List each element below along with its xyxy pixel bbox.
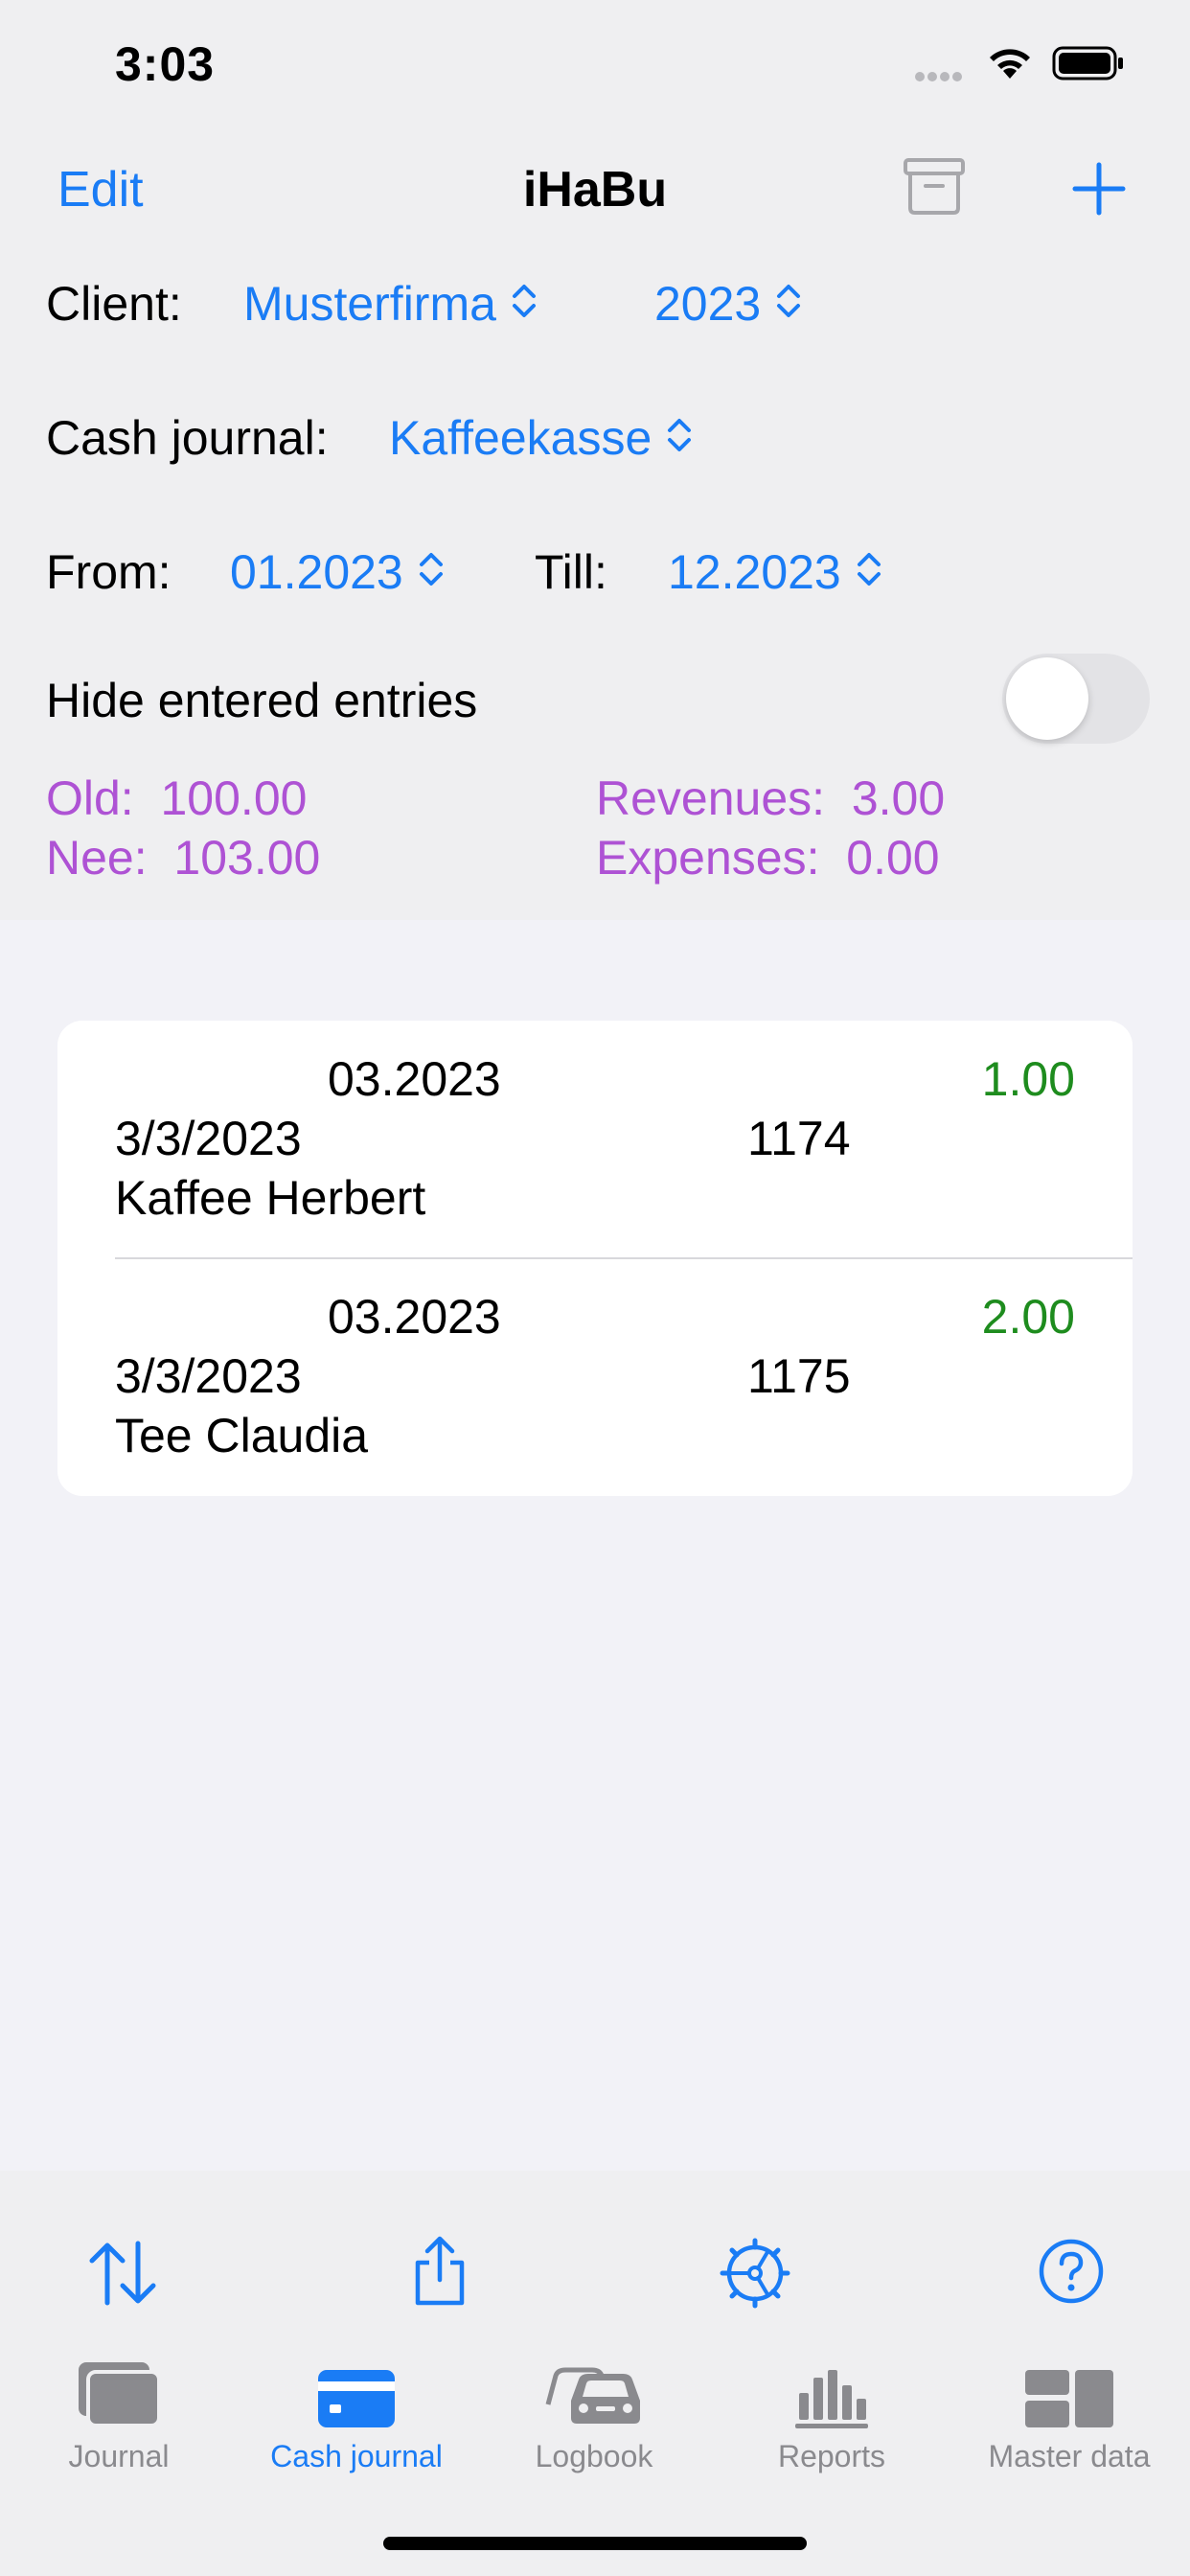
chevron-up-down-icon: [510, 276, 538, 332]
tab-master-data[interactable]: Master data: [950, 2353, 1188, 2474]
battery-icon: [1052, 44, 1125, 87]
revenues-total: Revenues: 3.00: [596, 770, 945, 826]
chevron-up-down-icon: [855, 544, 883, 600]
reports-icon: [713, 2353, 950, 2429]
entry-month: 03.2023: [328, 1052, 501, 1106]
entry-date: 3/3/2023: [115, 1349, 302, 1403]
till-value: 12.2023: [668, 545, 841, 599]
expenses-label: Expenses:: [596, 831, 820, 885]
old-label: Old:: [46, 771, 134, 825]
status-time: 3:03: [115, 37, 216, 91]
cash-journal-picker[interactable]: Kaffeekasse: [389, 410, 694, 466]
add-icon[interactable]: [1071, 161, 1127, 221]
tab-cash-journal[interactable]: Cash journal: [238, 2353, 475, 2474]
from-value: 01.2023: [230, 545, 403, 599]
chevron-up-down-icon: [665, 410, 694, 466]
list-item[interactable]: 03.2023 1.00 3/3/2023 1174 Kaffee Herber…: [57, 1021, 1133, 1259]
entry-amount: 2.00: [981, 1290, 1075, 1344]
from-picker[interactable]: 01.2023: [230, 544, 446, 600]
wifi-icon: [985, 44, 1035, 87]
tab-label: Reports: [777, 2439, 886, 2473]
entries-list: 03.2023 1.00 3/3/2023 1174 Kaffee Herber…: [57, 1021, 1133, 1496]
master-data-icon: [950, 2353, 1188, 2429]
tab-logbook[interactable]: Logbook: [475, 2353, 713, 2474]
expenses-value: 0.00: [846, 831, 940, 885]
entry-date: 3/3/2023: [115, 1112, 302, 1165]
home-indicator: [383, 2537, 807, 2550]
hide-entries-label: Hide entered entries: [46, 674, 478, 727]
expenses-total: Expenses: 0.00: [596, 830, 940, 886]
list-item[interactable]: 03.2023 2.00 3/3/2023 1175 Tee Claudia: [57, 1258, 1133, 1496]
old-value: 100.00: [160, 771, 308, 825]
till-picker[interactable]: 12.2023: [668, 544, 883, 600]
page-title: iHaBu: [522, 162, 668, 218]
year-picker[interactable]: 2023: [654, 276, 803, 332]
new-label: Nee:: [46, 831, 148, 885]
entry-text: Tee Claudia: [115, 1409, 369, 1462]
hide-entries-toggle[interactable]: [1002, 654, 1150, 744]
new-balance: Nee: 103.00: [46, 830, 320, 886]
cash-journal-icon: [238, 2353, 475, 2429]
from-label: From:: [46, 545, 172, 599]
cash-journal-value: Kaffeekasse: [389, 411, 652, 465]
chevron-up-down-icon: [774, 276, 803, 332]
till-label: Till:: [535, 545, 607, 599]
logbook-icon: [475, 2353, 713, 2429]
entry-text: Kaffee Herbert: [115, 1171, 426, 1225]
settings-icon[interactable]: [719, 2237, 791, 2314]
journal-icon: [0, 2353, 238, 2429]
tab-label: Logbook: [535, 2439, 653, 2473]
sort-icon[interactable]: [84, 2238, 161, 2313]
year-value: 2023: [654, 277, 762, 331]
client-picker[interactable]: Musterfirma: [243, 276, 538, 332]
archive-icon[interactable]: [903, 157, 966, 221]
tab-journal[interactable]: Journal: [0, 2353, 238, 2474]
entry-amount: 1.00: [981, 1052, 1075, 1106]
tab-reports[interactable]: Reports: [713, 2353, 950, 2474]
cash-journal-label: Cash journal:: [46, 411, 329, 465]
old-balance: Old: 100.00: [46, 770, 307, 826]
help-icon[interactable]: [1038, 2238, 1105, 2310]
revenues-label: Revenues:: [596, 771, 826, 825]
client-label: Client:: [46, 277, 182, 331]
toggle-knob: [1006, 657, 1088, 740]
tab-label: Journal: [68, 2439, 170, 2473]
chevron-up-down-icon: [417, 544, 446, 600]
signal-icon: [915, 69, 965, 86]
tab-label: Cash journal: [270, 2439, 443, 2473]
entry-month: 03.2023: [328, 1290, 501, 1344]
entry-doc-number: 1174: [747, 1112, 851, 1165]
tab-label: Master data: [988, 2439, 1151, 2473]
entry-doc-number: 1175: [747, 1349, 851, 1403]
revenues-value: 3.00: [851, 771, 946, 825]
client-value: Musterfirma: [243, 277, 496, 331]
share-icon[interactable]: [410, 2234, 469, 2313]
new-value: 103.00: [173, 831, 321, 885]
